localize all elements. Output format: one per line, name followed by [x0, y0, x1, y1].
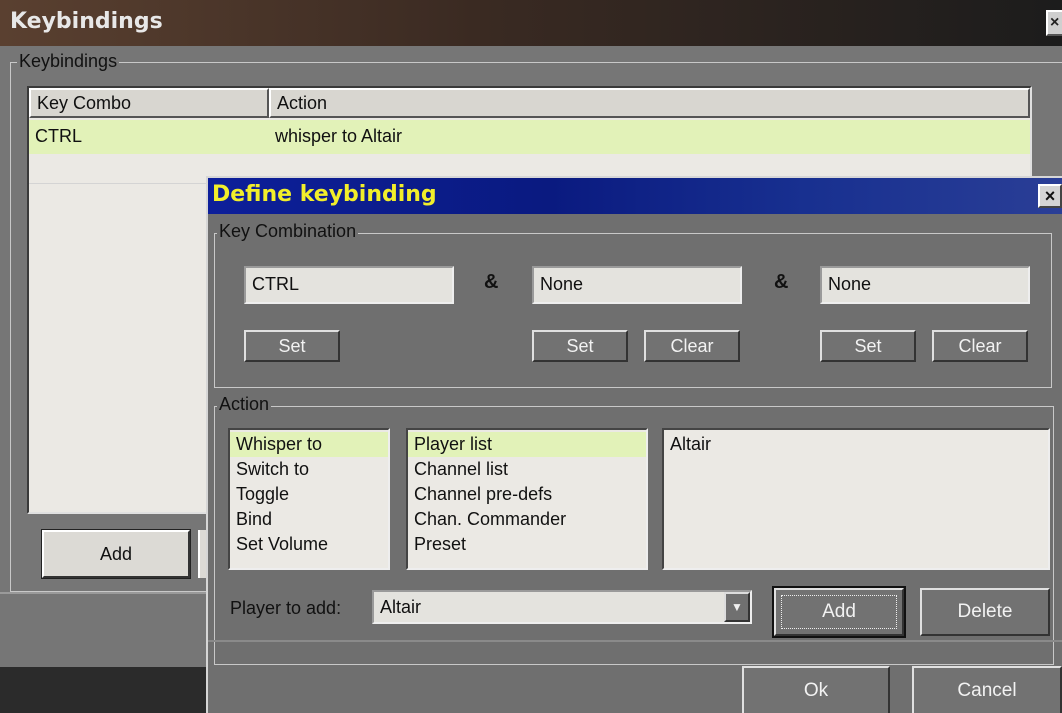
set-key-2-button[interactable]: Set — [532, 330, 628, 362]
key-slot-1: CTRL — [244, 266, 454, 304]
list-item[interactable]: Bind — [230, 507, 388, 532]
row-key-combo: CTRL — [35, 126, 83, 146]
key-slot-3: None — [820, 266, 1030, 304]
list-item[interactable]: Whisper to — [230, 432, 388, 457]
key-slot-2: None — [532, 266, 742, 304]
delete-player-button[interactable]: Delete — [920, 588, 1050, 636]
player-to-add-combobox[interactable]: Altair — [372, 590, 752, 624]
divider — [208, 640, 1062, 642]
target-items-list[interactable]: Altair — [662, 428, 1050, 570]
dialog-title: Define keybinding — [212, 182, 437, 207]
cancel-button[interactable]: Cancel — [912, 666, 1062, 713]
column-header-key-combo[interactable]: Key Combo — [29, 88, 269, 118]
list-item[interactable]: Toggle — [230, 482, 388, 507]
list-item[interactable]: Channel list — [408, 457, 646, 482]
action-type-list[interactable]: Whisper to Switch to Toggle Bind Set Vol… — [228, 428, 390, 570]
focus-rect — [781, 595, 897, 629]
and-symbol: & — [484, 271, 499, 293]
main-close-icon[interactable]: × — [1046, 10, 1062, 36]
key-combination-label: Key Combination — [217, 221, 359, 242]
list-item[interactable]: Switch to — [230, 457, 388, 482]
window-title: Keybindings — [10, 9, 163, 34]
chevron-down-icon[interactable]: ▼ — [724, 592, 750, 622]
add-player-button[interactable]: Add — [772, 586, 906, 638]
action-group-label: Action — [217, 394, 272, 415]
list-item[interactable]: Chan. Commander — [408, 507, 646, 532]
clear-key-2-button[interactable]: Clear — [644, 330, 740, 362]
list-item[interactable]: Set Volume — [230, 532, 388, 557]
column-header-action[interactable]: Action — [269, 88, 1030, 118]
list-item[interactable]: Player list — [408, 432, 646, 457]
target-source-list[interactable]: Player list Channel list Channel pre-def… — [406, 428, 648, 570]
dialog-titlebar[interactable]: Define keybinding × — [208, 178, 1062, 214]
table-row[interactable]: CTRL whisper to Altair — [29, 120, 1030, 154]
clear-key-3-button[interactable]: Clear — [932, 330, 1028, 362]
ok-button[interactable]: Ok — [742, 666, 890, 713]
and-symbol: & — [774, 271, 789, 293]
key-combination-group — [214, 233, 1052, 388]
main-titlebar[interactable]: Keybindings × — [0, 0, 1062, 46]
set-key-3-button[interactable]: Set — [820, 330, 916, 362]
player-to-add-label: Player to add: — [230, 598, 342, 618]
add-keybinding-button[interactable]: Add — [41, 529, 191, 579]
keybindings-group-label: Keybindings — [17, 51, 120, 72]
row-action: whisper to Altair — [275, 126, 403, 146]
define-keybinding-dialog: Define keybinding × Key Combination CTRL… — [206, 176, 1062, 713]
list-item[interactable]: Altair — [664, 432, 1048, 457]
list-item[interactable]: Preset — [408, 532, 646, 557]
close-icon[interactable]: × — [1038, 184, 1062, 208]
set-key-1-button[interactable]: Set — [244, 330, 340, 362]
list-item[interactable]: Channel pre-defs — [408, 482, 646, 507]
